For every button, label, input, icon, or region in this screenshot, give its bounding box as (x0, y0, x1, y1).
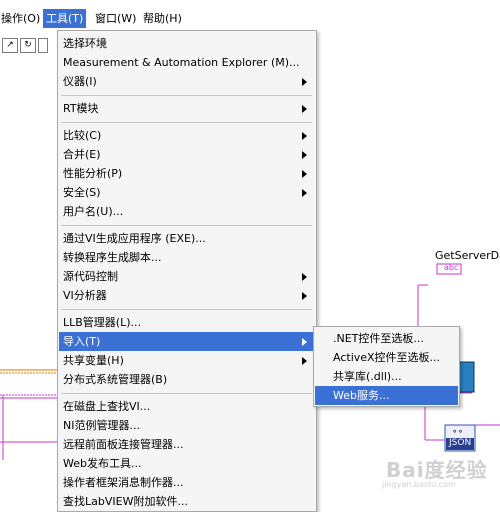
menu-separator (61, 225, 312, 226)
menu-separator (61, 309, 312, 310)
menu-separator (61, 122, 312, 123)
submenu-arrow-icon (302, 273, 307, 281)
submenu-arrow-icon (302, 170, 307, 178)
toolbar: ↗ ↻ (0, 38, 60, 54)
submenu-arrow-icon (302, 357, 307, 365)
menu-item-ni-example-manager[interactable]: NI范例管理器... (59, 416, 315, 435)
menu-item-select-environment[interactable]: 选择环境 (59, 34, 315, 53)
menu-item-shared-variable[interactable]: 共享变量(H) (59, 351, 315, 370)
import-submenu: .NET控件至选板... ActiveX控件至选板... 共享库(.dll)..… (313, 326, 460, 407)
menu-item-find-vi-on-disk[interactable]: 在磁盘上查找VI... (59, 397, 315, 416)
string-constant: abc (444, 263, 459, 272)
menu-item-build-exe[interactable]: 通过VI生成应用程序 (EXE)... (59, 229, 315, 248)
menu-item-profile[interactable]: 性能分析(P) (59, 164, 315, 183)
submenu-item-dotnet[interactable]: .NET控件至选板... (315, 329, 458, 348)
menu-window[interactable]: 窗口(W) (92, 9, 139, 28)
menu-item-find-addons[interactable]: 查找LabVIEW附加软件... (59, 492, 315, 511)
menu-item-distributed-system-manager[interactable]: 分布式系统管理器(B) (59, 370, 315, 389)
submenu-arrow-icon (302, 105, 307, 113)
menu-separator (61, 393, 312, 394)
watermark-sub: jingyan.baidu.com (382, 480, 456, 489)
baidu-watermark: Bai度经验 jingyan.baidu.com (378, 452, 488, 492)
menu-item-max[interactable]: Measurement & Automation Explorer (M)... (59, 53, 315, 72)
menu-item-security[interactable]: 安全(S) (59, 183, 315, 202)
menu-item-merge[interactable]: 合并(E) (59, 145, 315, 164)
menu-tools[interactable]: 工具(T) (43, 9, 87, 28)
submenu-arrow-icon (302, 78, 307, 86)
run-continuous-icon[interactable]: ↻ (20, 38, 36, 53)
menu-item-llb-manager[interactable]: LLB管理器(L)... (59, 313, 315, 332)
menu-operate[interactable]: 操作(O) (0, 9, 43, 28)
submenu-item-activex[interactable]: ActiveX控件至选板... (315, 348, 458, 367)
menubar: 操作(O) 工具(T) 窗口(W) 帮助(H) (0, 0, 500, 30)
menu-item-actor-message-maker[interactable]: 操作者框架消息制作器... (59, 473, 315, 492)
function-node-icon (457, 361, 475, 393)
submenu-arrow-icon (302, 151, 307, 159)
run-arrow-icon[interactable]: ↗ (2, 38, 18, 53)
menu-item-instrument[interactable]: 仪器(I) (59, 72, 315, 91)
submenu-arrow-icon (302, 132, 307, 140)
menu-item-source-control[interactable]: 源代码控制 (59, 267, 315, 286)
menu-item-web-publishing-tool[interactable]: Web发布工具... (59, 454, 315, 473)
node-label: GetServerDa (435, 249, 500, 262)
menu-help[interactable]: 帮助(H) (140, 9, 185, 28)
watermark-main: Bai度经验 (386, 458, 488, 482)
menu-item-import[interactable]: 导入(T) (59, 332, 315, 351)
json-node-label: JSON (449, 438, 472, 448)
menu-item-remote-panel-manager[interactable]: 远程前面板连接管理器... (59, 435, 315, 454)
submenu-arrow-icon (302, 338, 307, 346)
tools-menu: 选择环境 Measurement & Automation Explorer (… (57, 30, 317, 512)
menu-item-rt-module[interactable]: RT模块 (59, 99, 315, 118)
menu-item-compare[interactable]: 比较(C) (59, 126, 315, 145)
json-node-glyph: ∘∘ (452, 427, 463, 437)
menu-item-user-name[interactable]: 用户名(U)... (59, 202, 315, 221)
toolbar-button-icon[interactable] (38, 38, 48, 53)
menu-item-vi-analyzer[interactable]: VI分析器 (59, 286, 315, 305)
submenu-item-web-service[interactable]: Web服务... (315, 386, 458, 405)
submenu-arrow-icon (302, 189, 307, 197)
submenu-arrow-icon (302, 292, 307, 300)
submenu-item-shared-library[interactable]: 共享库(.dll)... (315, 367, 458, 386)
menu-separator (61, 95, 312, 96)
menu-item-convert-build-script[interactable]: 转换程序生成脚本... (59, 248, 315, 267)
